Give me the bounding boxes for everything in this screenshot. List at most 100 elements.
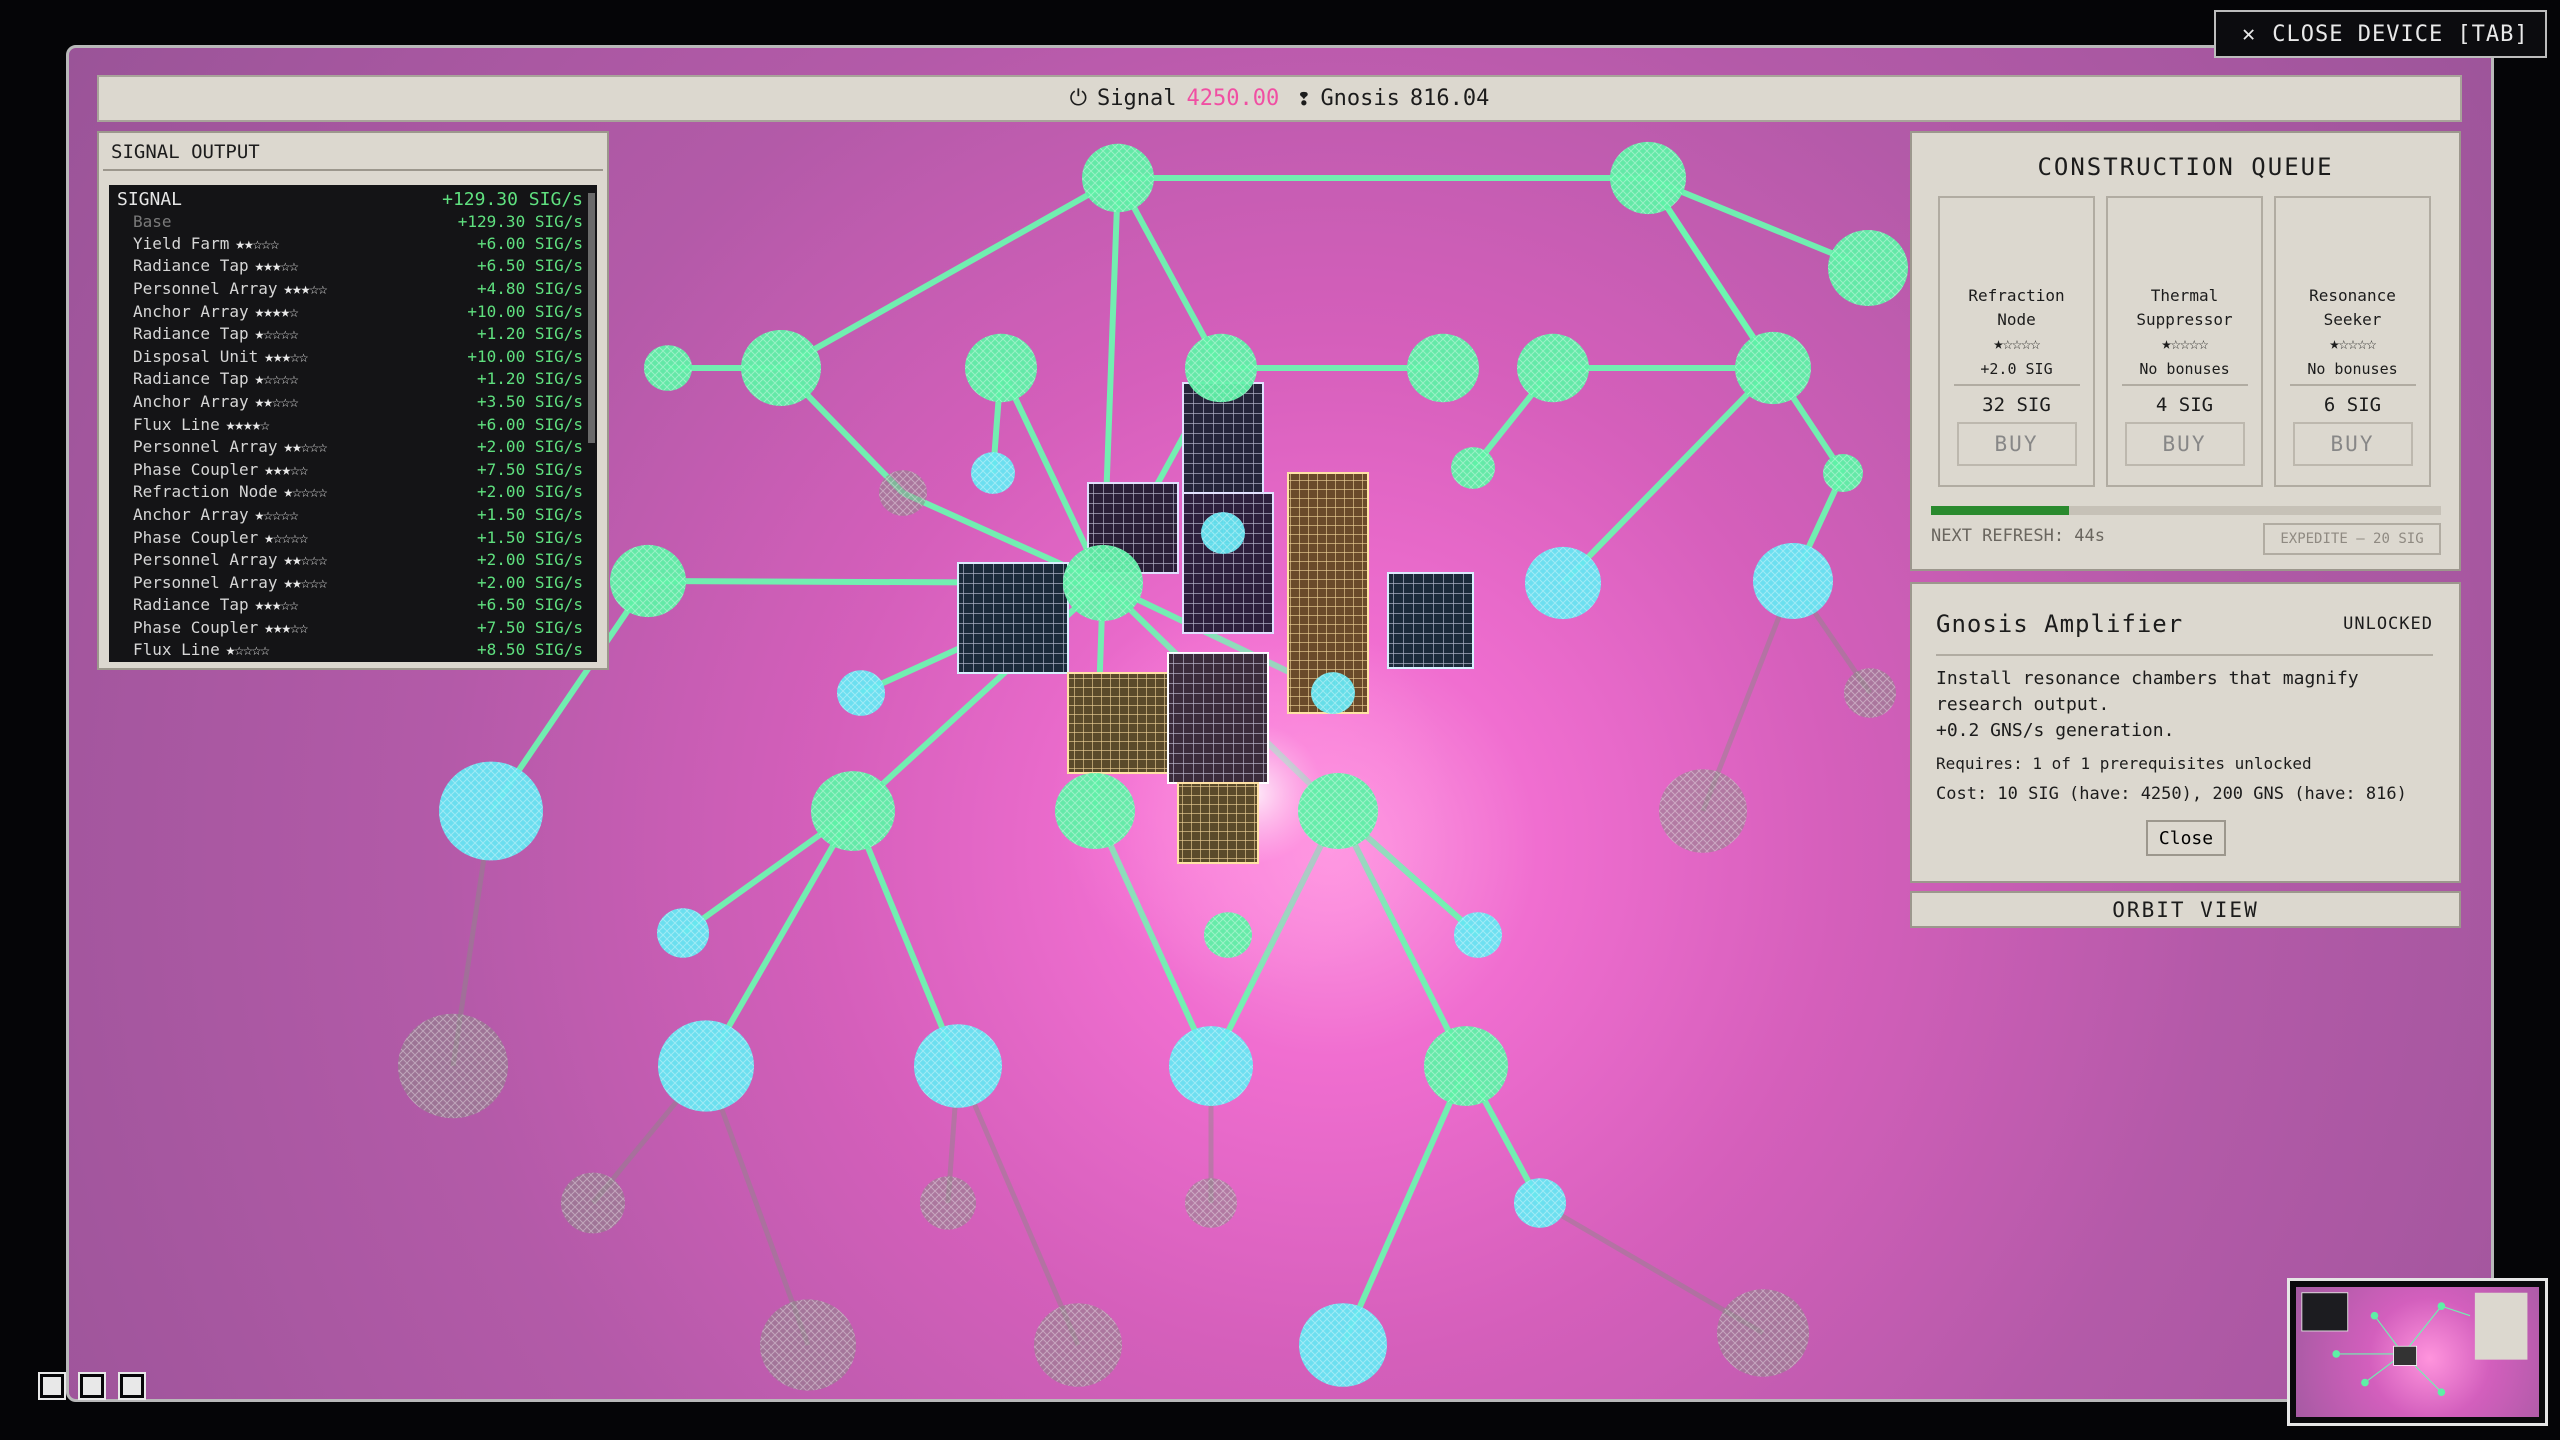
signal-output-list[interactable]: SIGNAL +129.30 SIG/s Base +129.30 SIG/s … bbox=[109, 185, 597, 662]
locked-skill-node[interactable] bbox=[920, 1176, 976, 1230]
buy-button[interactable]: BUY bbox=[1956, 422, 2077, 466]
locked-skill-node[interactable] bbox=[1659, 769, 1747, 853]
skill-node[interactable] bbox=[1299, 1303, 1387, 1387]
queue-card-name: Thermal Suppressor bbox=[2136, 286, 2233, 329]
window-control[interactable] bbox=[38, 1372, 66, 1400]
detail-cost: Cost: 10 SIG (have: 4250), 200 GNS (have… bbox=[1936, 784, 2407, 804]
signal-row-value: +4.80 SIG/s bbox=[477, 278, 583, 298]
skill-node[interactable] bbox=[1204, 912, 1252, 958]
signal-row-stars: ★★☆☆☆ bbox=[283, 572, 328, 592]
signal-row-label: Radiance Tap bbox=[133, 369, 249, 389]
skill-node[interactable] bbox=[1201, 512, 1245, 554]
skill-node[interactable] bbox=[1311, 672, 1355, 714]
signal-row: Flux Line ★★★★☆ +6.00 SIG/s bbox=[109, 413, 597, 436]
signal-row: Personnel Array ★★☆☆☆ +2.00 SIG/s bbox=[109, 571, 597, 594]
signal-row-stars: ★☆☆☆☆ bbox=[264, 527, 308, 547]
resource-bar: ⏻ Signal 4250.00 ❢ Gnosis 816.04 bbox=[97, 75, 2462, 122]
queue-card-cost: 4 SIG bbox=[2155, 394, 2214, 416]
locked-skill-node[interactable] bbox=[1844, 668, 1896, 718]
signal-row: Personnel Array ★★☆☆☆ +2.00 SIG/s bbox=[109, 435, 597, 458]
skill-node[interactable] bbox=[657, 908, 709, 958]
signal-row: Refraction Node ★☆☆☆☆ +2.00 SIG/s bbox=[109, 481, 597, 504]
signal-row-value: +2.00 SIG/s bbox=[477, 572, 583, 592]
skill-node[interactable] bbox=[1517, 333, 1589, 403]
skill-node[interactable] bbox=[1454, 912, 1502, 958]
skill-node[interactable] bbox=[837, 670, 885, 716]
detail-close-button[interactable]: Close bbox=[2146, 820, 2226, 856]
close-device-button[interactable]: ✕ CLOSE DEVICE [TAB] bbox=[2214, 10, 2547, 58]
queue-card-name: Resonance Seeker bbox=[2309, 286, 2396, 329]
locked-link bbox=[955, 1065, 1081, 1346]
signal-row: Flux Line ★☆☆☆☆ +8.50 SIG/s bbox=[109, 639, 597, 662]
skill-node[interactable] bbox=[1828, 230, 1908, 306]
queue-card: Resonance Seeker ★☆☆☆☆ No bonuses 6 SIG … bbox=[2274, 196, 2431, 487]
buy-button[interactable]: BUY bbox=[2292, 422, 2413, 466]
signal-row-value: +7.50 SIG/s bbox=[477, 459, 583, 479]
signal-row-label: Anchor Array bbox=[133, 504, 249, 524]
signal-total-value: +129.30 SIG/s bbox=[442, 189, 583, 210]
locked-skill-node[interactable] bbox=[1185, 1178, 1237, 1228]
skill-node[interactable] bbox=[1735, 331, 1811, 405]
locked-skill-node[interactable] bbox=[398, 1013, 508, 1119]
skill-node[interactable] bbox=[811, 771, 895, 851]
queue-card-bonus: No bonuses bbox=[2289, 360, 2416, 386]
skill-node[interactable] bbox=[1298, 773, 1378, 849]
queue-cards: Refraction Node ★☆☆☆☆ +2.0 SIG 32 SIG BU… bbox=[1938, 196, 2431, 487]
signal-list-scrollbar[interactable] bbox=[588, 193, 595, 443]
signal-row-label: Personnel Array bbox=[133, 278, 278, 298]
signal-row-value: +10.00 SIG/s bbox=[467, 346, 583, 366]
window-control[interactable] bbox=[118, 1372, 146, 1400]
gnosis-label: Gnosis bbox=[1320, 86, 1400, 111]
signal-base-label: Base bbox=[133, 211, 172, 231]
skill-node[interactable] bbox=[1525, 546, 1601, 620]
skill-node[interactable] bbox=[1514, 1178, 1566, 1228]
skill-node[interactable] bbox=[1753, 543, 1833, 619]
close-icon: ✕ bbox=[2242, 21, 2257, 47]
signal-base-value: +129.30 SIG/s bbox=[457, 211, 583, 231]
skill-node[interactable] bbox=[965, 333, 1037, 403]
skill-node[interactable] bbox=[1610, 141, 1686, 215]
window-control[interactable] bbox=[78, 1372, 106, 1400]
signal-row-label: Anchor Array bbox=[133, 301, 249, 321]
buy-button[interactable]: BUY bbox=[2124, 422, 2245, 466]
signal-row-stars: ★★★☆☆ bbox=[264, 617, 308, 637]
locked-skill-node[interactable] bbox=[1717, 1289, 1809, 1377]
skill-node[interactable] bbox=[1451, 447, 1495, 489]
active-link bbox=[1340, 1064, 1469, 1347]
skill-node[interactable] bbox=[610, 544, 686, 618]
skill-node[interactable] bbox=[741, 330, 821, 406]
skill-node[interactable] bbox=[439, 761, 543, 861]
skill-node[interactable] bbox=[914, 1024, 1002, 1108]
detail-divider bbox=[1936, 654, 2433, 656]
orbit-view-button[interactable]: ORBIT VIEW bbox=[1910, 891, 2461, 928]
signal-row-label: Phase Coupler bbox=[133, 459, 259, 479]
signal-row-value: +2.00 SIG/s bbox=[477, 482, 583, 502]
signal-row: Phase Coupler ★☆☆☆☆ +1.50 SIG/s bbox=[109, 526, 597, 549]
skill-node[interactable] bbox=[1424, 1026, 1508, 1106]
locked-skill-node[interactable] bbox=[760, 1299, 856, 1391]
signal-row-stars: ★★★★☆ bbox=[225, 414, 270, 434]
skill-node[interactable] bbox=[1055, 773, 1135, 849]
signal-row: Radiance Tap ★☆☆☆☆ +1.20 SIG/s bbox=[109, 322, 597, 345]
signal-row-label: Radiance Tap bbox=[133, 324, 249, 344]
skill-node[interactable] bbox=[658, 1020, 754, 1112]
signal-row: Phase Coupler ★★★☆☆ +7.50 SIG/s bbox=[109, 458, 597, 481]
signal-row: Disposal Unit ★★★☆☆ +10.00 SIG/s bbox=[109, 345, 597, 368]
skill-node[interactable] bbox=[971, 452, 1015, 494]
skill-node[interactable] bbox=[1407, 333, 1479, 403]
skill-node[interactable] bbox=[644, 345, 692, 391]
skill-node[interactable] bbox=[1169, 1026, 1253, 1106]
skill-node[interactable] bbox=[1185, 333, 1257, 403]
expedite-button[interactable]: EXPEDITE — 20 SIG bbox=[2263, 523, 2441, 555]
signal-row-value: +6.50 SIG/s bbox=[477, 595, 583, 615]
minimap[interactable] bbox=[2287, 1278, 2548, 1426]
skill-node[interactable] bbox=[1082, 143, 1154, 213]
skill-node[interactable] bbox=[1823, 454, 1863, 492]
locked-skill-node[interactable] bbox=[1034, 1303, 1122, 1387]
gnosis-icon: ❢ bbox=[1297, 86, 1311, 111]
signal-row-stars: ★☆☆☆☆ bbox=[254, 504, 299, 524]
skill-node[interactable] bbox=[1063, 545, 1143, 621]
locked-skill-node[interactable] bbox=[561, 1172, 625, 1234]
minimap-graph bbox=[2301, 1292, 2528, 1396]
locked-skill-node[interactable] bbox=[879, 470, 927, 516]
